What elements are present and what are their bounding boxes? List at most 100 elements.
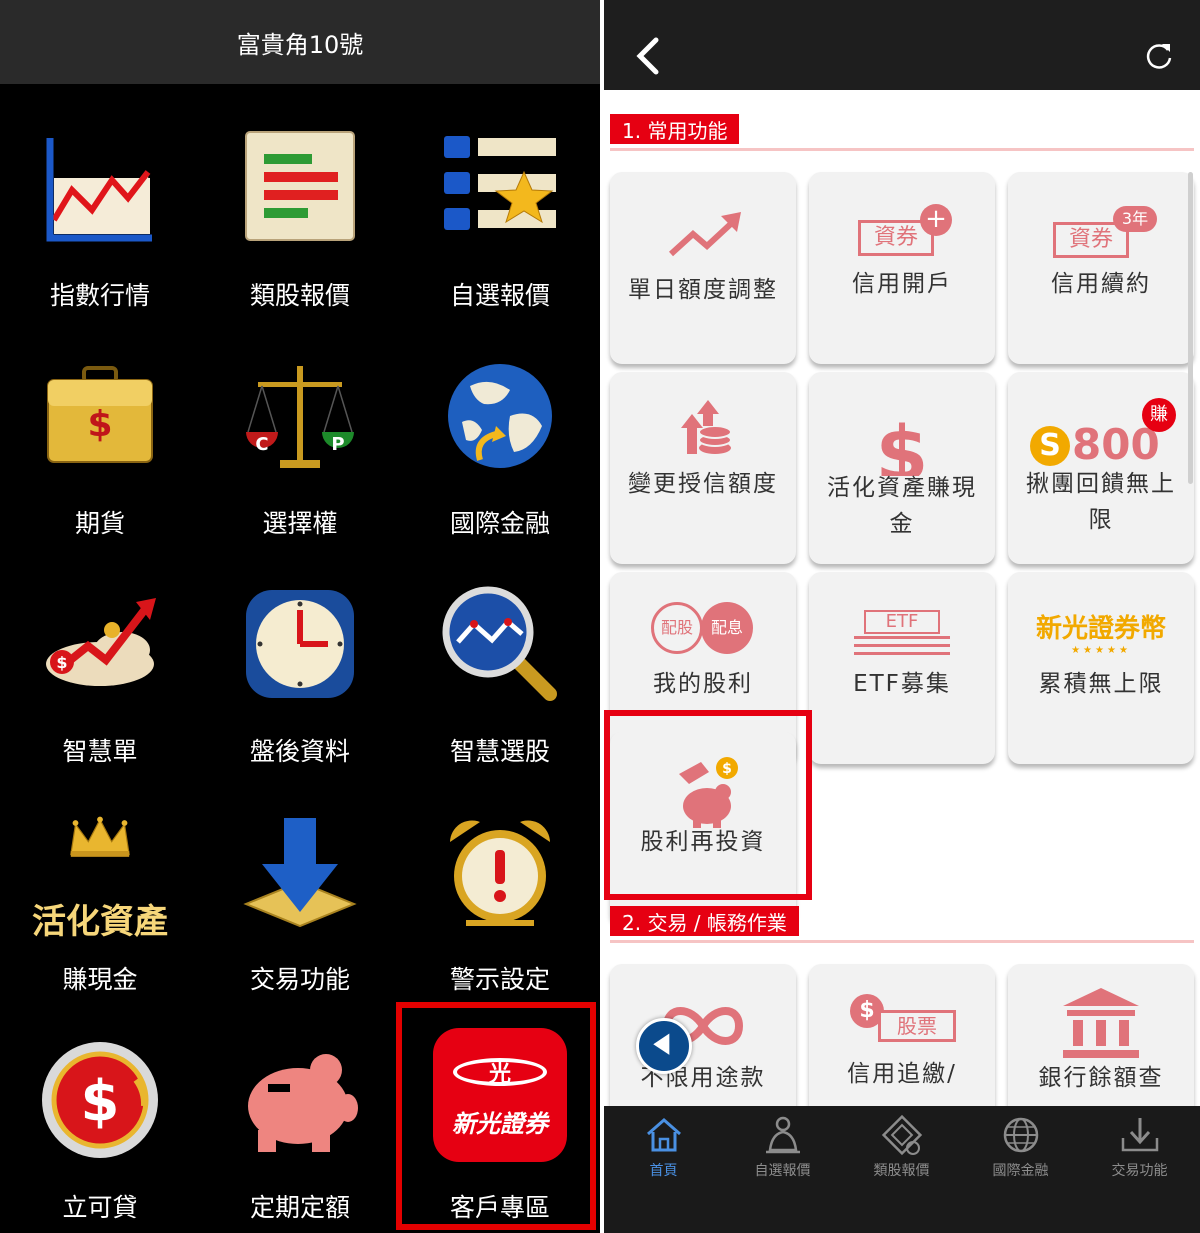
tile-trade-functions[interactable]: 交易功能 xyxy=(200,772,400,1000)
tile-futures[interactable]: $ 期貨 xyxy=(0,316,200,544)
card-label: 變更授信額度 xyxy=(628,471,778,497)
card-label: 銀行餘額查 xyxy=(1038,1065,1164,1091)
bank-icon xyxy=(1063,988,1139,1058)
etf-icon: ETF xyxy=(842,596,962,676)
section-title-trade: 2. 交易 / 帳務作業 xyxy=(610,906,799,936)
card-label: 活化資產賺現金 xyxy=(827,475,977,537)
nav-sector[interactable]: 類股報價 xyxy=(842,1106,961,1233)
card-label: 信用續約 xyxy=(1051,271,1151,297)
plus-badge: + xyxy=(920,204,952,236)
piggy-bank-icon xyxy=(248,1054,358,1152)
card-label: 信用追繳/ xyxy=(847,1061,957,1087)
left-panel: 富貴角10號 指數行情 類股報價 自選報價 $ 期貨 C P 選擇權 國際金融 … xyxy=(0,0,600,1233)
nav-label: 首頁 xyxy=(649,1163,678,1179)
cash-dividend-tag: 配息 xyxy=(701,602,753,654)
nav-home[interactable]: 首頁 xyxy=(604,1106,723,1233)
securities-plus-icon: 資券 + xyxy=(842,196,962,276)
index-chart-icon xyxy=(46,138,152,242)
nav-trade[interactable]: 交易功能 xyxy=(1080,1106,1199,1233)
tile-label: 類股報價 xyxy=(249,281,350,310)
tile-watchlist-quote[interactable]: 自選報價 xyxy=(400,88,600,316)
nav-label: 國際金融 xyxy=(992,1163,1049,1179)
tile-label: 期貨 xyxy=(74,509,125,538)
etf-line xyxy=(854,636,950,639)
earn-badge: 賺 xyxy=(1142,398,1176,432)
page-title: 富貴角10號 xyxy=(236,30,364,59)
stock-tag: 股票 xyxy=(878,1010,956,1042)
tile-quick-loan[interactable]: $ 立可貸 xyxy=(0,1000,200,1228)
tile-sector-quote[interactable]: 類股報價 xyxy=(200,88,400,316)
card-label: 累積無上限 xyxy=(1038,671,1164,697)
tile-label: 立可貸 xyxy=(62,1193,138,1222)
briefcase-dollar-icon: $ xyxy=(47,366,153,463)
card-group-reward[interactable]: S 800 賺 揪團回饋無上限 xyxy=(1008,372,1194,564)
globe-icon xyxy=(448,364,552,468)
refresh-icon[interactable] xyxy=(1144,40,1174,70)
coin-s: S xyxy=(1030,426,1070,466)
trend-up-icon xyxy=(668,212,741,257)
tile-label: 智慧選股 xyxy=(449,737,550,766)
tile-index-quote[interactable]: 指數行情 xyxy=(0,88,200,316)
back-arrow-icon[interactable] xyxy=(634,36,664,76)
nav-international[interactable]: 國際金融 xyxy=(961,1106,1080,1233)
svg-text:$: $ xyxy=(81,1069,120,1134)
tile-options[interactable]: C P 選擇權 xyxy=(200,316,400,544)
bottom-nav: 首頁 自選報價 類股報價 國際金融 交易功能 xyxy=(604,1106,1200,1233)
card-label: 單日額度調整 xyxy=(628,277,778,303)
card-label: 我的股利 xyxy=(653,671,753,697)
tile-after-hours[interactable]: 盤後資料 xyxy=(200,544,400,772)
dollar-sign-icon: $ xyxy=(876,409,929,476)
clock-icon xyxy=(246,590,354,698)
card-etf-raise[interactable]: ETF ETF募集 xyxy=(809,572,995,764)
sector-quote-icon xyxy=(245,131,355,241)
securities-renew-icon: 資券 3年 xyxy=(1041,196,1161,276)
tile-smart-order[interactable]: $ 智慧單 xyxy=(0,544,200,772)
section-divider xyxy=(610,940,1194,943)
stars-decoration: ★★★★★ xyxy=(1071,645,1131,656)
svg-text:C: C xyxy=(255,434,268,455)
card-skl-coin[interactable]: 新光證券幣 ★★★★★ 累積無上限 xyxy=(1008,572,1194,764)
tile-label: 智慧單 xyxy=(62,737,138,766)
skl-coin-banner: 新光證券幣 xyxy=(1035,614,1166,644)
svg-text:$: $ xyxy=(87,404,112,445)
caret-left-icon xyxy=(653,1033,670,1055)
highlight-box-dividend-reinvest xyxy=(604,710,812,900)
home-icon xyxy=(647,1118,681,1152)
tile-label: 盤後資料 xyxy=(249,737,350,766)
card-label: ETF募集 xyxy=(853,671,951,697)
nav-label: 自選報價 xyxy=(754,1163,811,1179)
tile-label: 國際金融 xyxy=(449,509,550,538)
tile-international[interactable]: 國際金融 xyxy=(400,316,600,544)
download-arrow-icon xyxy=(243,818,357,928)
right-panel: 1. 常用功能 單日額度調整 資券 + 信用開戶 資券 3年 信用續約 變更授信… xyxy=(604,0,1200,1233)
section-divider xyxy=(610,148,1194,151)
card-credit-renew[interactable]: 資券 3年 信用續約 xyxy=(1008,172,1194,364)
card-asset-activation[interactable]: $ 活化資產賺現金 xyxy=(809,372,995,564)
nav-watchlist[interactable]: 自選報價 xyxy=(723,1106,842,1233)
tile-label: 自選報價 xyxy=(449,281,550,310)
card-daily-limit[interactable]: 單日額度調整 xyxy=(610,172,796,364)
tile-smart-stock-pick[interactable]: 智慧選股 xyxy=(400,544,600,772)
right-header xyxy=(604,0,1200,90)
sector-nav-icon xyxy=(881,1114,923,1156)
tile-asset-activation[interactable]: 活化資產 賺現金 xyxy=(0,772,200,1000)
scrollbar[interactable] xyxy=(1188,172,1193,484)
highlight-box-customer-zone xyxy=(396,1002,596,1230)
tile-label: 定期定額 xyxy=(249,1193,350,1222)
nav-label: 交易功能 xyxy=(1111,1163,1168,1179)
card-credit-open[interactable]: 資券 + 信用開戶 xyxy=(809,172,995,364)
floating-collapse-button[interactable] xyxy=(636,1018,692,1074)
tile-alert-settings[interactable]: 警示設定 xyxy=(400,772,600,1000)
card-change-credit-limit[interactable]: 變更授信額度 xyxy=(610,372,796,564)
trade-nav-icon xyxy=(1121,1118,1159,1152)
watchlist-star-icon xyxy=(444,136,556,230)
tile-regular-investment[interactable]: 定期定額 xyxy=(200,1000,400,1228)
coin-dollar-icon: $ xyxy=(42,1042,158,1158)
crown-icon xyxy=(70,816,130,857)
scale-cp-icon: C P xyxy=(246,366,354,468)
smart-order-icon: $ xyxy=(46,598,156,686)
globe-nav-icon xyxy=(1003,1117,1039,1153)
left-header: 富貴角10號 xyxy=(0,0,600,84)
section-title-common: 1. 常用功能 xyxy=(610,114,740,144)
card-label: 信用開戶 xyxy=(852,271,952,297)
